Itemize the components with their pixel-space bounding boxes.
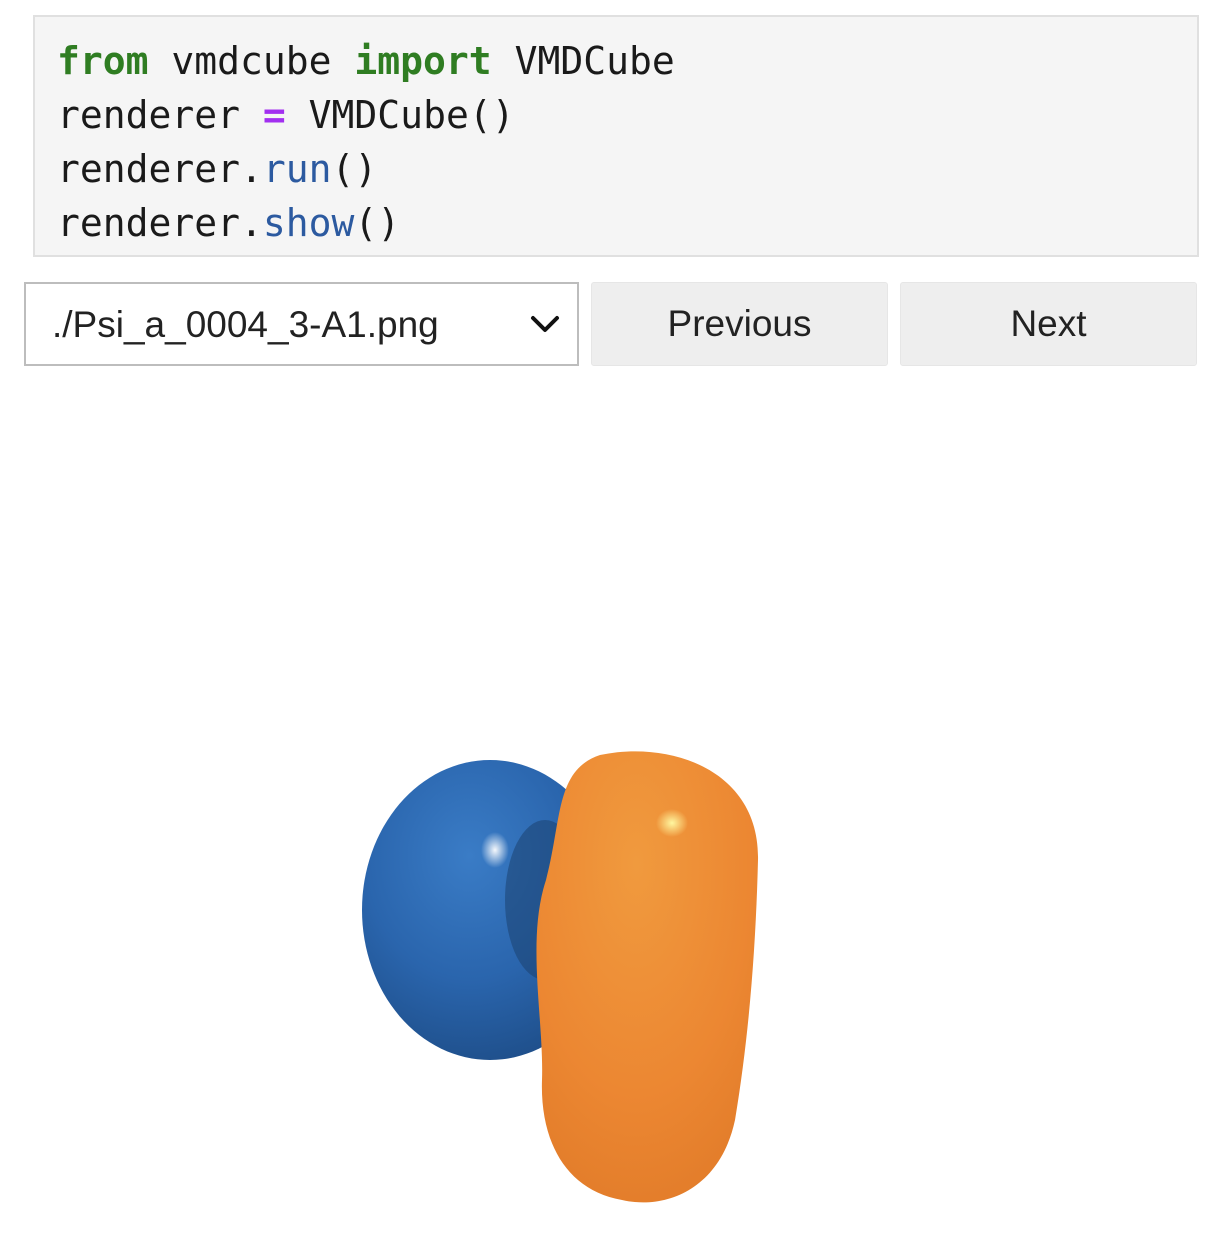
positive-lobe xyxy=(536,751,759,1203)
file-select-dropdown[interactable]: ./Psi_a_0004_3-A1.png xyxy=(24,282,579,366)
code-token: renderer. xyxy=(57,147,263,191)
code-token: from xyxy=(57,39,149,83)
file-select-value: ./Psi_a_0004_3-A1.png xyxy=(52,304,439,345)
positive-lobe-highlight xyxy=(656,809,688,837)
orbital-render xyxy=(362,751,759,1203)
code-token: renderer. xyxy=(57,201,263,245)
positive-lobe-shape xyxy=(536,751,759,1203)
next-button[interactable]: Next xyxy=(900,282,1197,366)
orbital-image xyxy=(300,700,820,1240)
previous-button[interactable]: Previous xyxy=(591,282,888,366)
code-line: renderer.run() xyxy=(57,142,1197,196)
code-token: () xyxy=(354,201,401,245)
code-token: show xyxy=(262,201,355,245)
code-token: run xyxy=(262,147,332,191)
code-token: VMDCube xyxy=(491,39,675,83)
code-token: () xyxy=(331,147,378,191)
code-line: renderer = VMDCube() xyxy=(57,88,1197,142)
widget-row: ./Psi_a_0004_3-A1.png Previous Next xyxy=(24,282,1197,366)
negative-lobe-highlight xyxy=(481,832,509,868)
code-token: renderer xyxy=(57,93,263,137)
code-cell[interactable]: from vmdcube import VMDCube renderer = V… xyxy=(33,15,1199,257)
code-token: import xyxy=(354,39,492,83)
code-token: VMDCube() xyxy=(285,93,515,137)
code-line: from vmdcube import VMDCube xyxy=(57,34,1197,88)
code-token: vmdcube xyxy=(148,39,355,83)
code-line: renderer.show() xyxy=(57,196,1197,250)
chevron-down-icon xyxy=(527,306,563,342)
code-token: = xyxy=(262,93,286,137)
